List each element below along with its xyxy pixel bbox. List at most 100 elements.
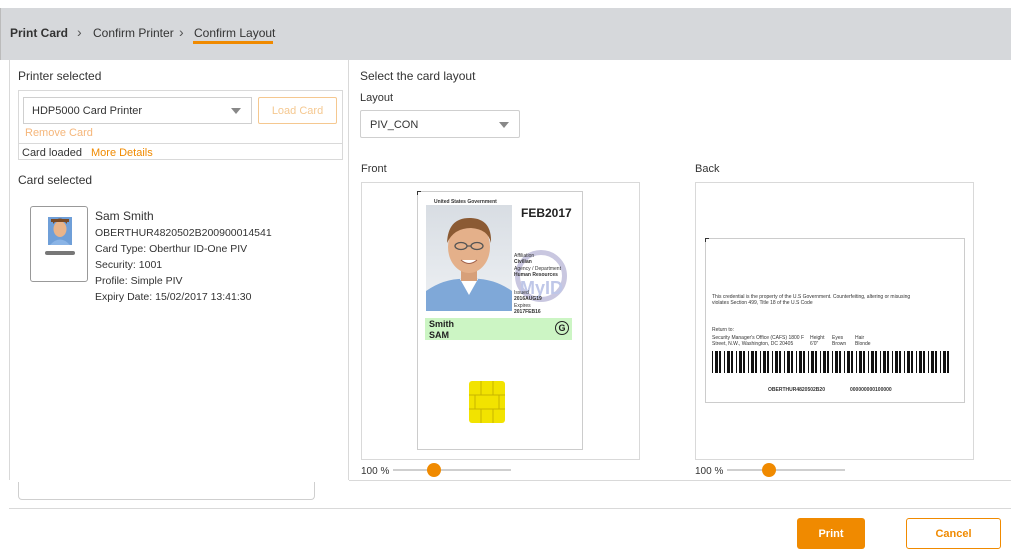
front-zoom-slider[interactable] xyxy=(393,469,511,471)
eyes-value: Brown xyxy=(832,341,847,347)
breadcrumb-confirm-layout[interactable]: Confirm Layout xyxy=(194,26,275,40)
card-details: Sam Smith OBERTHUR4820502B200900014541 C… xyxy=(95,208,272,305)
barcode-bar xyxy=(760,351,761,373)
chevron-down-icon xyxy=(231,108,241,114)
card-type: Card Type: Oberthur ID-One PIV xyxy=(95,243,248,255)
back-number: 000000000100000 xyxy=(850,387,892,393)
height-value: 6'0" xyxy=(810,341,819,347)
barcode-bar xyxy=(784,351,785,373)
cancel-button[interactable]: Cancel xyxy=(906,518,1001,549)
card-selected-label: Card selected xyxy=(18,173,93,187)
barcode-bar xyxy=(868,351,869,373)
barcode-bar xyxy=(779,351,781,373)
footer-divider xyxy=(9,508,1011,509)
barcode-bar xyxy=(935,351,937,373)
front-given-name: SAM xyxy=(429,330,449,340)
card-expiry: Expiry Date: 15/02/2017 13:41:30 xyxy=(95,291,252,303)
back-card-preview xyxy=(705,238,965,403)
breadcrumb-print-card[interactable]: Print Card xyxy=(10,26,68,40)
back-serial: OBERTHUR4820502B20 xyxy=(768,387,825,393)
remove-card-link[interactable]: Remove Card xyxy=(25,127,93,139)
barcode-bar xyxy=(863,351,865,373)
barcode-bar xyxy=(719,351,721,373)
barcode-bar xyxy=(899,351,901,373)
barcode-bar xyxy=(772,351,773,373)
barcode-bar xyxy=(743,351,745,373)
bottom-field[interactable] xyxy=(18,482,315,500)
employee-badge-icon: G xyxy=(555,321,569,335)
barcode-bar xyxy=(808,351,809,373)
back-zoom-slider[interactable] xyxy=(727,469,845,471)
person-card-icon xyxy=(45,217,75,255)
barcode-bar xyxy=(727,351,730,373)
layout-select[interactable]: PIV_CON xyxy=(360,110,520,138)
barcode-bar xyxy=(911,351,913,373)
barcode-bar xyxy=(739,351,742,373)
barcode-bar xyxy=(883,351,886,373)
barcode-bar xyxy=(947,351,949,373)
layout-label: Layout xyxy=(360,92,394,104)
breadcrumb-separator-icon: › xyxy=(77,24,82,40)
breadcrumb-confirm-printer[interactable]: Confirm Printer xyxy=(93,26,174,40)
barcode-bar xyxy=(763,351,766,373)
print-button[interactable]: Print xyxy=(797,518,865,549)
issued-value: 2016AUG19 xyxy=(514,296,542,302)
barcode-bar xyxy=(736,351,737,373)
barcode-bar xyxy=(811,351,814,373)
barcode-bar xyxy=(791,351,793,373)
card-holder-name: Sam Smith xyxy=(95,209,154,223)
barcode-bar xyxy=(919,351,922,373)
card-thumbnail[interactable] xyxy=(30,206,88,282)
barcode-bar xyxy=(847,351,850,373)
barcode-bar xyxy=(844,351,845,373)
hair-value: Blonde xyxy=(855,341,871,347)
barcode-bar xyxy=(839,351,841,373)
barcode-bar xyxy=(904,351,905,373)
card-loaded-status: Card loaded xyxy=(22,147,82,159)
barcode-bar xyxy=(823,351,826,373)
barcode-bar xyxy=(751,351,754,373)
chip-contacts xyxy=(469,381,505,423)
barcode-bar xyxy=(923,351,925,373)
barcode-bar xyxy=(943,351,946,373)
portrait-image xyxy=(426,217,512,311)
load-card-button[interactable]: Load Card xyxy=(258,97,337,124)
back-zoom-value: 100 % xyxy=(695,466,724,477)
barcode-bar xyxy=(724,351,725,373)
barcode-bar xyxy=(907,351,910,373)
barcode-bar xyxy=(856,351,857,373)
barcode-bar xyxy=(796,351,797,373)
barcode-bar xyxy=(787,351,790,373)
barcode-bar xyxy=(895,351,898,373)
barcode-bar xyxy=(875,351,877,373)
back-notice: This credential is the property of the U… xyxy=(712,294,911,306)
front-label: Front xyxy=(361,163,387,175)
cardholder-photo xyxy=(426,205,512,311)
barcode-bar xyxy=(748,351,749,373)
active-step-indicator xyxy=(193,41,273,44)
barcode-bar xyxy=(775,351,778,373)
barcode-bar xyxy=(803,351,805,373)
return-label: Return to: xyxy=(712,327,734,333)
back-zoom-handle[interactable] xyxy=(762,463,776,477)
barcode-graphic xyxy=(712,351,949,373)
barcode-bar xyxy=(892,351,893,373)
barcode-bar xyxy=(880,351,881,373)
barcode-bar xyxy=(731,351,733,373)
barcode-bar xyxy=(832,351,833,373)
barcode xyxy=(712,351,951,373)
front-zoom-handle[interactable] xyxy=(427,463,441,477)
barcode-bar xyxy=(916,351,917,373)
divider xyxy=(18,143,343,144)
barcode-bar xyxy=(799,351,802,373)
more-details-link[interactable]: More Details xyxy=(91,147,153,159)
barcode-bar xyxy=(859,351,862,373)
smart-chip-icon xyxy=(469,381,505,423)
breadcrumb-separator-icon: › xyxy=(179,24,184,40)
barcode-bar xyxy=(871,351,874,373)
chevron-down-icon xyxy=(499,122,509,128)
barcode-bar xyxy=(931,351,934,373)
barcode-bar xyxy=(715,351,718,373)
printer-select[interactable]: HDP5000 Card Printer xyxy=(23,97,252,124)
barcode-bar xyxy=(887,351,889,373)
